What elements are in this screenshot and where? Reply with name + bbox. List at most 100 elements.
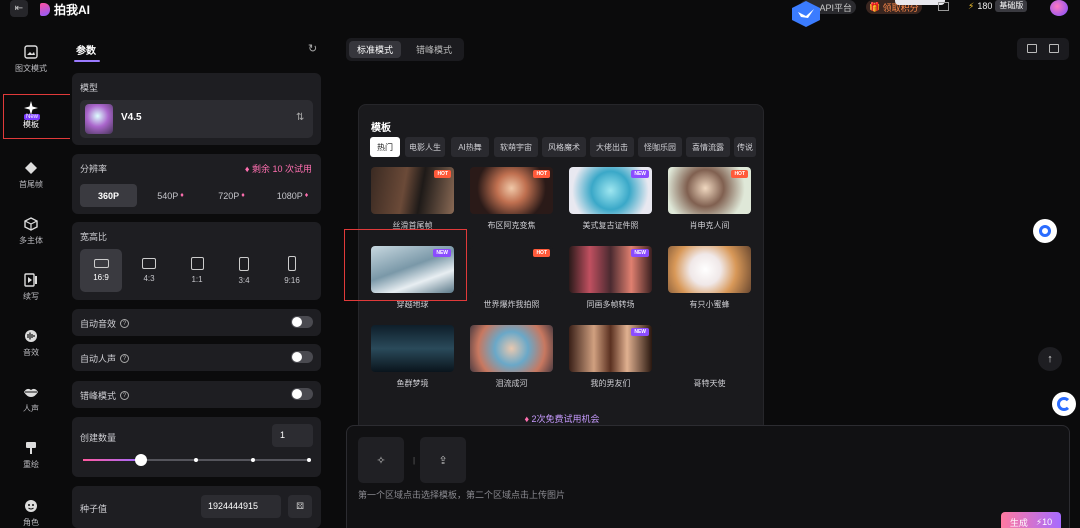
- aspect-ratio-label: 宽高比: [80, 232, 108, 242]
- template-card[interactable]: 泪流成河: [470, 325, 553, 389]
- category-cute-universe[interactable]: 软萌宇宙: [494, 137, 538, 157]
- aspect-option-1-1[interactable]: 1:1: [176, 249, 218, 292]
- reset-icon[interactable]: ↻: [308, 42, 317, 55]
- prompt-hint: 第一个区域点击选择模板，第二个区域点击上传图片: [358, 490, 566, 500]
- template-card[interactable]: 有只小蜜蜂: [668, 246, 751, 310]
- aspect-option-4-3[interactable]: 4:3: [128, 249, 170, 292]
- diamond-icon: ♦: [180, 192, 184, 199]
- template-thumbnail: NEW: [569, 325, 652, 372]
- template-thumbnail: NEW: [569, 167, 652, 214]
- category-boss[interactable]: 大佬出击: [590, 137, 634, 157]
- scroll-top-button[interactable]: ↑: [1038, 347, 1062, 371]
- nav-item-sound-effect[interactable]: 音效: [0, 328, 62, 358]
- resolution-option-1080p[interactable]: 1080P ♦: [264, 184, 321, 207]
- diamond-icon: ♦: [241, 192, 245, 199]
- template-thumbnail: HOT: [470, 246, 553, 293]
- nav-item-first-last-frame[interactable]: 首尾帧: [0, 160, 62, 190]
- hot-badge: HOT: [533, 170, 550, 178]
- nav-item-voice[interactable]: 人声: [0, 384, 62, 414]
- template-card[interactable]: NEW 我的男友们: [569, 325, 652, 389]
- help-chat-button[interactable]: [1052, 392, 1076, 416]
- tab-underline: [74, 60, 100, 62]
- template-card[interactable]: HOT 丝滑首尾帧: [371, 167, 454, 231]
- layout-stack-icon[interactable]: [1049, 44, 1059, 53]
- image-upload-box[interactable]: ⇪: [420, 437, 466, 483]
- help-icon[interactable]: ?: [120, 354, 130, 363]
- category-weird-park[interactable]: 怪咖乐园: [638, 137, 682, 157]
- slider-step-dot: [251, 458, 255, 462]
- diamond-frame-icon: [23, 160, 39, 176]
- template-card[interactable]: NEW 美式复古证件照: [569, 167, 652, 231]
- peak-mode-toggle[interactable]: [291, 388, 313, 400]
- help-icon[interactable]: ?: [120, 319, 130, 328]
- category-ai-dance[interactable]: AI热舞: [451, 137, 489, 157]
- aspect-option-16-9[interactable]: 16:9: [80, 249, 122, 292]
- aspect-ratio-card: 宽高比 16:9 4:3 1:1 3:4 9:16: [72, 222, 321, 300]
- nav-item-image-text[interactable]: 图文模式: [0, 44, 62, 74]
- ratio-9-16-icon: [288, 256, 296, 271]
- template-card[interactable]: HOT 布区阿克变焦: [470, 167, 553, 231]
- seed-input[interactable]: 1924444915: [201, 495, 281, 518]
- template-card[interactable]: HOT 肖申克人间: [668, 167, 751, 231]
- auto-voice-toggle[interactable]: [291, 351, 313, 363]
- aspect-option-3-4[interactable]: 3:4: [223, 249, 265, 292]
- category-hot[interactable]: 热门: [370, 137, 400, 157]
- count-label: 创建数量: [80, 433, 117, 443]
- resolution-option-720p[interactable]: 720P ♦: [203, 184, 260, 207]
- nav-item-redraw[interactable]: 重绘: [0, 440, 62, 470]
- auto-sfx-row: 自动音效?: [72, 309, 321, 336]
- slider-step-dot: [307, 458, 311, 462]
- seed-card: 种子值 1924444915 ⚄: [72, 486, 321, 528]
- ring-icon: [1039, 225, 1051, 237]
- auto-sfx-toggle[interactable]: [291, 316, 313, 328]
- nav-item-character[interactable]: 角色: [0, 498, 62, 528]
- settings-sliders-icon: ⇅: [296, 112, 305, 123]
- template-card[interactable]: 哥特天使: [668, 325, 751, 389]
- lips-icon: [23, 384, 39, 400]
- continue-icon: [23, 272, 39, 288]
- params-panel: 参数 ↻ 模型 V4.5 ⇅ 分辨率 ♦ 剩余 10 次试用 360P 540P…: [70, 38, 322, 528]
- category-legend[interactable]: 传说: [734, 137, 756, 157]
- nav-item-continue[interactable]: 续写: [0, 272, 62, 302]
- bird-icon[interactable]: [790, 0, 822, 28]
- assistant-button[interactable]: [1033, 219, 1057, 243]
- model-selector[interactable]: V4.5 ⇅: [80, 100, 313, 138]
- trial-remaining: ♦ 剩余 10 次试用: [244, 164, 312, 174]
- template-card[interactable]: 鱼群梦境: [371, 325, 454, 389]
- back-button[interactable]: ⇤: [10, 0, 28, 17]
- count-input[interactable]: 1: [272, 424, 313, 447]
- tab-standard-mode[interactable]: 标准模式: [349, 41, 402, 58]
- template-card[interactable]: NEW 同画多帧转场: [569, 246, 652, 310]
- tab-params[interactable]: 参数: [76, 42, 96, 57]
- template-thumbnail: NEW: [569, 246, 652, 293]
- nav-item-multi-subject[interactable]: 多主体: [0, 216, 62, 246]
- gift-icon: 🎁: [869, 1, 881, 12]
- seed-label: 种子值: [80, 504, 108, 514]
- ratio-1-1-icon: [190, 257, 204, 270]
- category-movie-life[interactable]: 电影人生: [405, 137, 445, 157]
- diamond-icon: ♦: [524, 414, 532, 424]
- aspect-option-9-16[interactable]: 9:16: [271, 249, 313, 292]
- points-display[interactable]: ⚡ 180 基础版: [968, 0, 1028, 12]
- resolution-option-360p[interactable]: 360P: [80, 184, 137, 207]
- resolution-option-540p[interactable]: 540P ♦: [142, 184, 199, 207]
- dice-icon: ⚄: [296, 501, 304, 511]
- count-slider-handle[interactable]: [135, 454, 147, 466]
- logo[interactable]: 拍我AI: [40, 1, 90, 18]
- template-card[interactable]: HOT 世界爆炸我拍照: [470, 246, 553, 310]
- template-select-box[interactable]: ✧: [358, 437, 404, 483]
- user-avatar[interactable]: [1050, 0, 1068, 16]
- slider-step-dot: [194, 458, 198, 462]
- generate-button[interactable]: 生成 ⚡10: [1001, 512, 1061, 528]
- help-icon[interactable]: ?: [120, 391, 130, 400]
- random-dice-button[interactable]: ⚄: [288, 495, 312, 518]
- template-thumbnail: [668, 325, 751, 372]
- category-style-magic[interactable]: 风格魔术: [542, 137, 586, 157]
- sparkle-icon: ✧: [376, 454, 386, 467]
- category-emotion[interactable]: 喜情流露: [686, 137, 730, 157]
- layout-split-icon[interactable]: [1027, 44, 1037, 53]
- hot-badge: HOT: [434, 170, 451, 178]
- template-thumbnail: [668, 246, 751, 293]
- tab-offpeak-mode[interactable]: 错峰模式: [408, 41, 460, 58]
- grid-icon[interactable]: [938, 2, 949, 11]
